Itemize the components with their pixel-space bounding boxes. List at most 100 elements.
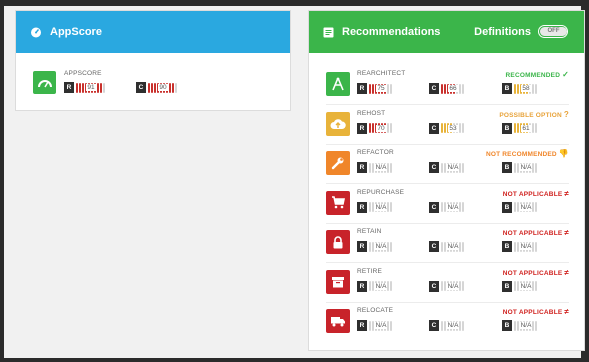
score-label: R (64, 82, 74, 93)
score-value: N/A (369, 320, 393, 331)
score-label: B (502, 122, 512, 134)
status-symbol-icon: ≠ (564, 188, 569, 198)
score-value-text: N/A (446, 322, 460, 329)
score-value: N/A (514, 162, 538, 173)
score-value-text: N/A (519, 322, 533, 329)
score-bars: N/A (369, 241, 393, 252)
score-value-text: 53 (448, 124, 458, 132)
score-r: R N/A (357, 241, 393, 252)
score-c: C N/A (429, 241, 465, 252)
recommendation-status: RECOMMENDED ✓ (506, 70, 569, 79)
recommendation-row-retain: RETAIN NOT APPLICABLE ≠ R N/A C N/A B N/A (326, 225, 569, 261)
score-value-text: N/A (374, 203, 388, 211)
appscore-row: APPSCORE R 91 C 90 (33, 69, 283, 105)
score-c: C N/A (429, 320, 465, 331)
score-value-text: N/A (374, 243, 388, 250)
recommendation-row-repurchase: REPURCHASE NOT APPLICABLE ≠ R N/A C N/A B N/A (326, 186, 569, 222)
score-value-text: 90 (158, 84, 168, 91)
recommendation-status: NOT APPLICABLE ≠ (503, 228, 569, 237)
score-value-text: 75 (376, 85, 386, 92)
status-text: POSSIBLE OPTION (499, 111, 562, 119)
row-divider (326, 222, 569, 224)
score-value-text: 66 (448, 85, 458, 92)
score-label: C (429, 201, 439, 213)
score-bars: 70 (369, 123, 393, 134)
score-value-text: 61 (521, 124, 531, 132)
appscore-c-score: C 90 (136, 82, 178, 93)
recommendation-row-relocate: RELOCATE NOT APPLICABLE ≠ R N/A C N/A B N/A (326, 304, 569, 340)
status-symbol-icon: ✓ (562, 70, 569, 79)
status-symbol-icon: ≠ (564, 228, 569, 237)
score-label: R (357, 122, 367, 134)
score-value: N/A (369, 162, 393, 173)
status-text: NOT APPLICABLE (502, 190, 563, 198)
score-b: B N/A (502, 162, 538, 173)
speedometer-icon (30, 26, 42, 38)
score-value-text: N/A (446, 243, 460, 250)
lock-icon (326, 230, 350, 254)
score-bars: N/A (514, 320, 538, 331)
score-b: B 58 (502, 83, 538, 94)
score-value: N/A (441, 281, 465, 292)
score-label: C (429, 241, 439, 252)
appscore-panel: AppScore APPSCORE R 91 C 90 (15, 10, 291, 111)
score-label: C (429, 162, 439, 173)
score-value-text: N/A (519, 282, 533, 290)
definitions-toggle[interactable]: OFF (538, 25, 568, 38)
score-bars: 66 (441, 83, 465, 94)
score-value-text: N/A (446, 203, 460, 211)
score-r: R 75 (357, 83, 393, 94)
score-value: N/A (369, 281, 393, 292)
recommendations-title: Recommendations (342, 26, 441, 38)
score-label: C (429, 83, 439, 94)
status-symbol-icon: ? (563, 109, 569, 119)
score-label: C (429, 122, 439, 134)
row-divider (326, 143, 569, 145)
score-c: C N/A (429, 201, 465, 213)
score-value: N/A (441, 320, 465, 331)
score-value-text: N/A (374, 282, 388, 290)
score-b: B N/A (502, 280, 538, 292)
score-value: 58 (514, 83, 538, 94)
score-bars: N/A (369, 320, 393, 331)
score-value: N/A (441, 202, 465, 213)
row-divider (326, 301, 569, 303)
score-bars: N/A (514, 162, 538, 173)
toggle-text: OFF (540, 27, 567, 36)
score-label: R (357, 83, 367, 94)
score-value-text: N/A (519, 243, 533, 250)
score-label: R (357, 280, 367, 292)
score-bars: N/A (369, 202, 393, 213)
score-label: R (357, 162, 367, 173)
score-label: R (357, 201, 367, 213)
definitions-control: Definitions OFF (474, 25, 568, 38)
score-bars: 91 (76, 82, 106, 93)
recommendation-name: REARCHITECT (357, 70, 406, 77)
recommendation-name: RELOCATE (357, 307, 394, 314)
truck-icon (326, 309, 350, 333)
score-c: C 53 (429, 122, 465, 134)
score-value-text: N/A (446, 164, 460, 171)
archive-icon (326, 269, 350, 294)
score-bars: N/A (441, 320, 465, 331)
score-b: B N/A (502, 241, 538, 252)
recommendations-panel: Recommendations Definitions OFF REARCHIT… (308, 10, 585, 351)
score-value: N/A (441, 241, 465, 252)
recommendation-row-rearchitect: REARCHITECT RECOMMENDED ✓ R 75 C 66 B 58 (326, 67, 569, 103)
score-r: R N/A (357, 201, 393, 213)
score-value: 66 (441, 83, 465, 94)
score-label: C (429, 280, 439, 292)
score-value: N/A (514, 202, 538, 213)
status-text: NOT APPLICABLE (502, 230, 563, 237)
recommendation-name: REPURCHASE (357, 188, 405, 196)
definitions-label: Definitions (474, 25, 531, 38)
score-bars: N/A (441, 162, 465, 173)
score-label: B (502, 201, 512, 213)
score-bars: N/A (369, 162, 393, 173)
score-value: N/A (441, 162, 465, 173)
status-symbol-icon: ≠ (564, 307, 569, 316)
score-r: R N/A (357, 162, 393, 173)
score-value-text: 91 (86, 84, 96, 91)
score-value: N/A (369, 202, 393, 213)
recommendation-status: NOT APPLICABLE ≠ (503, 307, 569, 316)
